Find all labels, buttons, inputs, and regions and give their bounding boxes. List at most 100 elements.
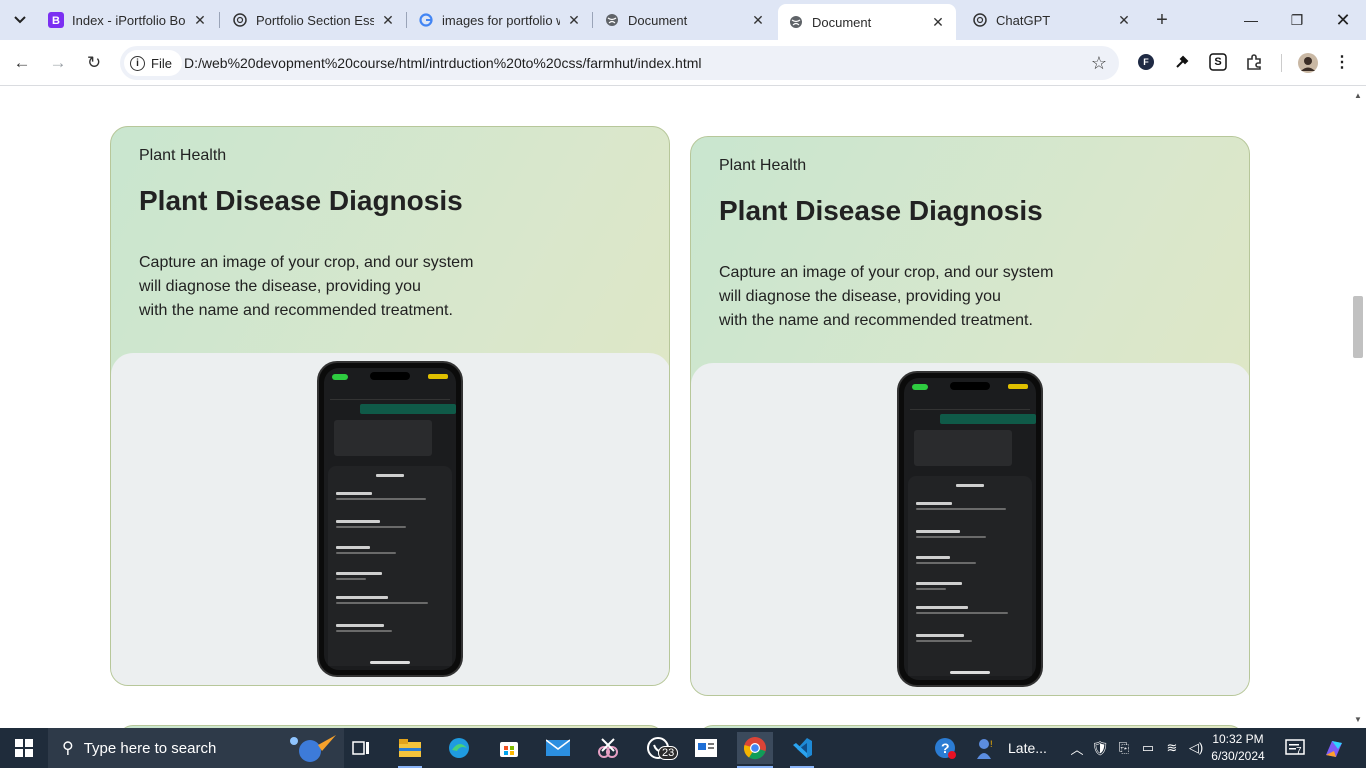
card-tag: Plant Health <box>719 157 807 174</box>
notification-count: 7 <box>1296 746 1302 757</box>
card-description-line: Capture an image of your crop, and our s… <box>719 264 1054 281</box>
security-icon[interactable]: 🛡 <box>1088 740 1112 757</box>
tab-strip: B Index - iPortfolio Boo ✕ Portfolio Sec… <box>0 0 1366 40</box>
tab-iportfolio[interactable]: B Index - iPortfolio Boo ✕ <box>38 4 218 36</box>
usb-icon[interactable]: ⎘ <box>1112 740 1136 756</box>
close-icon: ✕ <box>1335 9 1351 30</box>
snipping-icon <box>598 738 618 758</box>
card-description-line: Capture an image of your crop, and our s… <box>139 254 474 271</box>
battery-indicator <box>1008 384 1028 389</box>
close-icon[interactable]: ✕ <box>930 14 946 30</box>
restore-button[interactable]: ❐ <box>1274 0 1320 40</box>
card-title: Plant Disease Diagnosis <box>719 195 1043 226</box>
scrollbar-thumb[interactable] <box>1353 296 1363 358</box>
url-text[interactable]: D:/web%20devopment%20course/html/intrduc… <box>184 55 702 71</box>
vscode-button[interactable] <box>786 732 818 768</box>
clock-date: 6/30/2024 <box>1211 749 1265 763</box>
tab-document[interactable]: Document ✕ <box>594 4 776 36</box>
store-button[interactable] <box>493 732 525 764</box>
scroll-down-icon[interactable]: ▼ <box>1354 715 1362 724</box>
windows-taskbar: ⚲ Type here to search 23 ? ! Late... ︿ 🛡… <box>0 728 1366 768</box>
weather-widget[interactable]: ! Late... <box>974 732 1054 764</box>
reload-button[interactable]: ↻ <box>80 49 108 77</box>
taskbar-search[interactable]: ⚲ Type here to search <box>48 728 344 768</box>
new-tab-button[interactable]: + <box>1150 8 1174 32</box>
edge-button[interactable] <box>443 732 475 764</box>
tab-chatgpt[interactable]: ChatGPT ✕ <box>962 4 1142 36</box>
card-title: Plant Disease Diagnosis <box>139 185 463 216</box>
clock[interactable]: 10:32 PM 6/30/2024 <box>1208 731 1268 765</box>
bootstrap-icon: B <box>48 12 64 28</box>
bottom-sheet <box>908 476 1032 676</box>
card-tag: Plant Health <box>139 147 227 164</box>
chrome-button[interactable] <box>737 732 773 768</box>
close-icon[interactable]: ✕ <box>566 12 582 28</box>
svg-text:B: B <box>52 15 60 27</box>
task-view-button[interactable] <box>346 732 376 764</box>
notifications-button[interactable]: 7 <box>1280 732 1310 764</box>
site-info-chip[interactable]: i File <box>124 50 182 76</box>
card-description: Capture an image of your crop, and our s… <box>139 251 519 323</box>
status-pill <box>332 374 348 380</box>
tab-document-active[interactable]: Document ✕ <box>778 4 956 40</box>
info-icon: i <box>130 55 145 71</box>
extension-f-label: F <box>1143 57 1149 67</box>
browser-toolbar: ← → ↻ i File D:/web%20devopment%20course… <box>0 40 1366 86</box>
news-button[interactable] <box>690 732 722 764</box>
volume-icon[interactable]: ◁) <box>1184 740 1208 756</box>
tab-search-button[interactable] <box>6 6 34 34</box>
tab-title: Document <box>812 14 872 30</box>
card-description-line: with the name and recommended treatment. <box>139 302 453 319</box>
taskbar-search-placeholder: Type here to search <box>83 739 217 757</box>
extension-s-button[interactable]: S <box>1208 52 1228 72</box>
help-icon: ? <box>935 738 956 759</box>
profile-avatar[interactable] <box>1297 52 1319 74</box>
phone-notch <box>950 382 990 390</box>
close-icon[interactable]: ✕ <box>750 12 766 28</box>
wifi-icon[interactable]: ≋ <box>1160 740 1184 756</box>
avatar-icon <box>1298 53 1318 73</box>
whatsapp-button[interactable]: 23 <box>640 732 679 764</box>
eyedropper-button[interactable] <box>1172 52 1192 72</box>
phone-mockup-image <box>897 371 1043 687</box>
mail-button[interactable] <box>542 732 574 764</box>
minimize-button[interactable]: — <box>1228 0 1274 40</box>
chevron-down-icon <box>14 16 26 24</box>
task-view-icon <box>352 741 369 755</box>
chevron-up-icon[interactable]: ︿ <box>1066 739 1088 758</box>
back-button[interactable]: ← <box>8 49 36 77</box>
browser-menu-button[interactable]: ⋮ <box>1332 52 1352 72</box>
home-indicator <box>370 661 410 664</box>
tab-title: images for portfolio w <box>442 12 560 28</box>
chrome-icon <box>743 737 766 760</box>
close-icon[interactable]: ✕ <box>1116 12 1132 28</box>
forward-button[interactable]: → <box>44 49 72 77</box>
page-viewport: Plant Health Plant Disease Diagnosis Cap… <box>0 87 1350 728</box>
windows-icon <box>15 739 33 757</box>
help-button[interactable]: ? <box>930 732 960 764</box>
store-icon <box>500 742 518 757</box>
bookmark-star-icon[interactable]: ☆ <box>1091 53 1107 74</box>
openai-icon <box>232 12 248 28</box>
close-icon[interactable]: ✕ <box>192 12 208 28</box>
card-description-line: will diagnose the disease, providing you <box>139 278 421 295</box>
page-scrollbar[interactable]: ▲ ▼ <box>1350 87 1366 728</box>
close-icon[interactable]: ✕ <box>380 12 396 28</box>
battery-icon[interactable]: ▭ <box>1136 740 1160 756</box>
snip-tool-button[interactable] <box>592 732 624 764</box>
extension-f-button[interactable]: F <box>1136 52 1156 72</box>
start-button[interactable] <box>8 732 40 764</box>
address-bar[interactable]: i File D:/web%20devopment%20course/html/… <box>120 46 1119 80</box>
scroll-up-icon[interactable]: ▲ <box>1354 91 1362 100</box>
file-explorer-button[interactable] <box>394 732 426 768</box>
weather-label: Late... <box>1008 740 1047 756</box>
feature-card: Plant Health Plant Disease Diagnosis Cap… <box>110 126 670 686</box>
copilot-button[interactable] <box>1318 732 1350 764</box>
tab-google-images[interactable]: images for portfolio w ✕ <box>408 4 592 36</box>
extensions-menu-button[interactable] <box>1244 52 1264 72</box>
openai-icon <box>972 12 988 28</box>
close-window-button[interactable]: ✕ <box>1320 0 1366 40</box>
tab-portfolio-section[interactable]: Portfolio Section Esse ✕ <box>222 4 406 36</box>
svg-text:!: ! <box>990 739 993 749</box>
arrow-left-icon: ← <box>13 53 31 72</box>
